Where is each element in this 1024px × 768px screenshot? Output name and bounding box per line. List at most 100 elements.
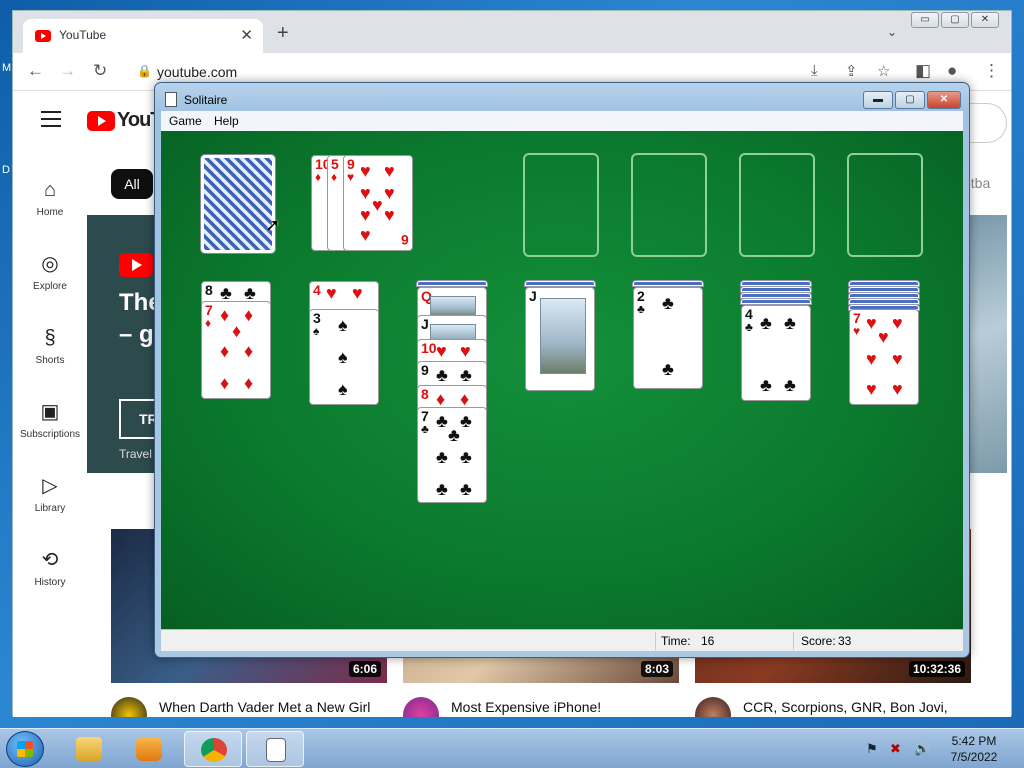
club-icon: ♣: [784, 375, 796, 395]
diamond-icon: ♦: [220, 373, 230, 393]
start-button[interactable]: [6, 731, 44, 767]
close-button[interactable]: ✕: [971, 12, 999, 28]
score-label: Score:: [801, 634, 836, 648]
menu-game[interactable]: Game: [169, 114, 202, 128]
face-down-card: [849, 287, 919, 292]
tableau-card[interactable]: 7 ♣ ♣ ♣ ♣ ♣ ♣ ♣ ♣: [417, 407, 487, 503]
heart-icon: ♥: [866, 379, 877, 399]
subscriptions-icon: ▣: [40, 401, 60, 423]
tableau-card[interactable]: 3 ♠ ♠ ♠ ♠: [309, 309, 379, 405]
solitaire-app-icon: [165, 92, 177, 107]
card-rank: 8: [421, 386, 429, 402]
channel-avatar[interactable]: [403, 697, 439, 717]
maximize-button[interactable]: ▢: [895, 91, 925, 109]
foundation-slot[interactable]: [739, 153, 815, 257]
heart-icon: ♥: [360, 161, 371, 181]
install-app-icon[interactable]: ⤓: [811, 62, 818, 79]
heart-icon: ♥: [384, 205, 395, 225]
sidebar-item-label: Home: [36, 207, 64, 218]
network-error-icon[interactable]: ✖: [890, 741, 901, 757]
foundation-slot[interactable]: [523, 153, 599, 257]
face-down-card: [849, 293, 919, 298]
new-tab-button[interactable]: +: [277, 23, 289, 43]
video-title[interactable]: CCR, Scorpions, GNR, Bon Jovi, U2, Led Z…: [743, 697, 973, 717]
mouse-cursor-icon: ➚: [265, 215, 281, 235]
system-clock[interactable]: 5:42 PM 7/5/2022: [946, 733, 1002, 765]
shorts-icon: §: [44, 327, 56, 349]
heart-icon: ♥: [866, 349, 877, 369]
card-rank: 7: [853, 310, 861, 326]
reload-icon[interactable]: ↻: [93, 61, 107, 81]
forward-arrow-icon[interactable]: →: [59, 61, 76, 81]
minimize-button[interactable]: ▬: [863, 91, 893, 109]
sidebar-item-label: Library: [34, 503, 66, 514]
club-icon: ♣: [448, 425, 460, 445]
card-rank: 9: [347, 156, 355, 172]
heart-icon: ♥: [360, 183, 371, 203]
profile-avatar-icon[interactable]: ●: [947, 61, 957, 81]
sidebar-item-explore[interactable]: ◎ Explore: [13, 251, 87, 292]
tableau-card[interactable]: 4 ♣ ♣ ♣ ♣ ♣: [741, 305, 811, 401]
channel-avatar[interactable]: [111, 697, 147, 717]
video-title[interactable]: Most Expensive iPhone!: [451, 697, 681, 717]
chrome-icon: [201, 738, 227, 762]
taskbar-media-player-button[interactable]: [120, 731, 178, 767]
history-icon: ⟲: [41, 549, 59, 571]
time-value: 16: [701, 634, 715, 648]
volume-icon[interactable]: 🔊: [914, 741, 930, 757]
sidebar-item-shorts[interactable]: § Shorts: [13, 325, 87, 366]
home-icon: ⌂: [43, 179, 57, 201]
chip-all[interactable]: All: [111, 169, 153, 199]
clock-time: 5:42 PM: [951, 734, 997, 748]
hamburger-menu-icon[interactable]: [41, 111, 61, 132]
diamond-icon: ♦: [220, 341, 230, 361]
taskbar-solitaire-button[interactable]: [246, 731, 304, 767]
sidebar-item-history[interactable]: ⟲ History: [13, 547, 87, 588]
club-icon: ♣: [662, 293, 674, 313]
channel-avatar[interactable]: [695, 697, 731, 717]
video-title[interactable]: When Darth Vader Met a New Girl from Nab…: [159, 697, 389, 717]
lock-icon[interactable]: 🔒: [137, 64, 152, 78]
back-arrow-icon[interactable]: ←: [27, 61, 44, 81]
taskbar-chrome-button[interactable]: [184, 731, 242, 767]
url-text[interactable]: youtube.com: [157, 64, 237, 80]
bookmark-star-icon[interactable]: ☆: [877, 62, 890, 80]
tableau-card[interactable]: 2 ♣ ♣ ♣: [633, 287, 703, 389]
sidebar-item-subscriptions[interactable]: ▣ Subscriptions: [13, 399, 87, 440]
heart-icon: ♥: [360, 225, 371, 245]
tableau-card[interactable]: 7 ♦ ♦ ♦ ♦ ♦ ♦ ♦ ♦: [201, 301, 271, 399]
status-separator: [655, 632, 656, 650]
youtube-favicon-icon: [35, 30, 51, 42]
heart-icon: ♥: [360, 205, 371, 225]
face-down-card: [741, 281, 811, 286]
taskbar-explorer-button[interactable]: [60, 731, 118, 767]
waste-top-card[interactable]: 9 ♥ ♥ ♥ ♥ ♥ ♥ ♥ ♥ ♥ 6: [343, 155, 413, 251]
kebab-menu-icon[interactable]: ⋮: [983, 61, 1000, 81]
compass-icon: ◎: [41, 253, 59, 275]
tableau-card[interactable]: 7 ♥ ♥ ♥ ♥ ♥ ♥ ♥ ♥: [849, 309, 919, 405]
tab-close-button[interactable]: ✕: [240, 26, 253, 44]
action-center-icon[interactable]: ⚑: [866, 741, 878, 757]
foundation-slot[interactable]: [847, 153, 923, 257]
tab-youtube[interactable]: YouTube ✕: [23, 19, 263, 53]
club-icon: ♣: [760, 313, 772, 333]
club-icon: ♣: [760, 375, 772, 395]
minimize-button[interactable]: ▭: [911, 12, 939, 28]
tableau-card[interactable]: J: [525, 287, 595, 391]
desktop-edge-text: M: [2, 62, 12, 74]
maximize-button[interactable]: ▢: [941, 12, 969, 28]
tab-search-chevron-icon[interactable]: ⌄: [887, 25, 897, 39]
video-duration: 10:32:36: [908, 661, 965, 677]
close-button[interactable]: ✕: [927, 91, 961, 109]
share-icon[interactable]: ⇪: [845, 62, 858, 80]
side-panel-icon[interactable]: ◧: [915, 61, 931, 81]
foundation-slot[interactable]: [631, 153, 707, 257]
sidebar-item-home[interactable]: ⌂ Home: [13, 177, 87, 218]
diamond-icon: ♦: [331, 170, 338, 184]
stock-pile[interactable]: [201, 155, 275, 253]
status-bar: Time: 16 Score: 33: [161, 629, 963, 651]
solitaire-titlebar[interactable]: Solitaire ▬ ▢ ✕: [155, 83, 969, 113]
sidebar-item-library[interactable]: ▷ Library: [13, 473, 87, 514]
menu-help[interactable]: Help: [214, 114, 239, 128]
sidebar-item-label: Subscriptions: [19, 429, 81, 440]
